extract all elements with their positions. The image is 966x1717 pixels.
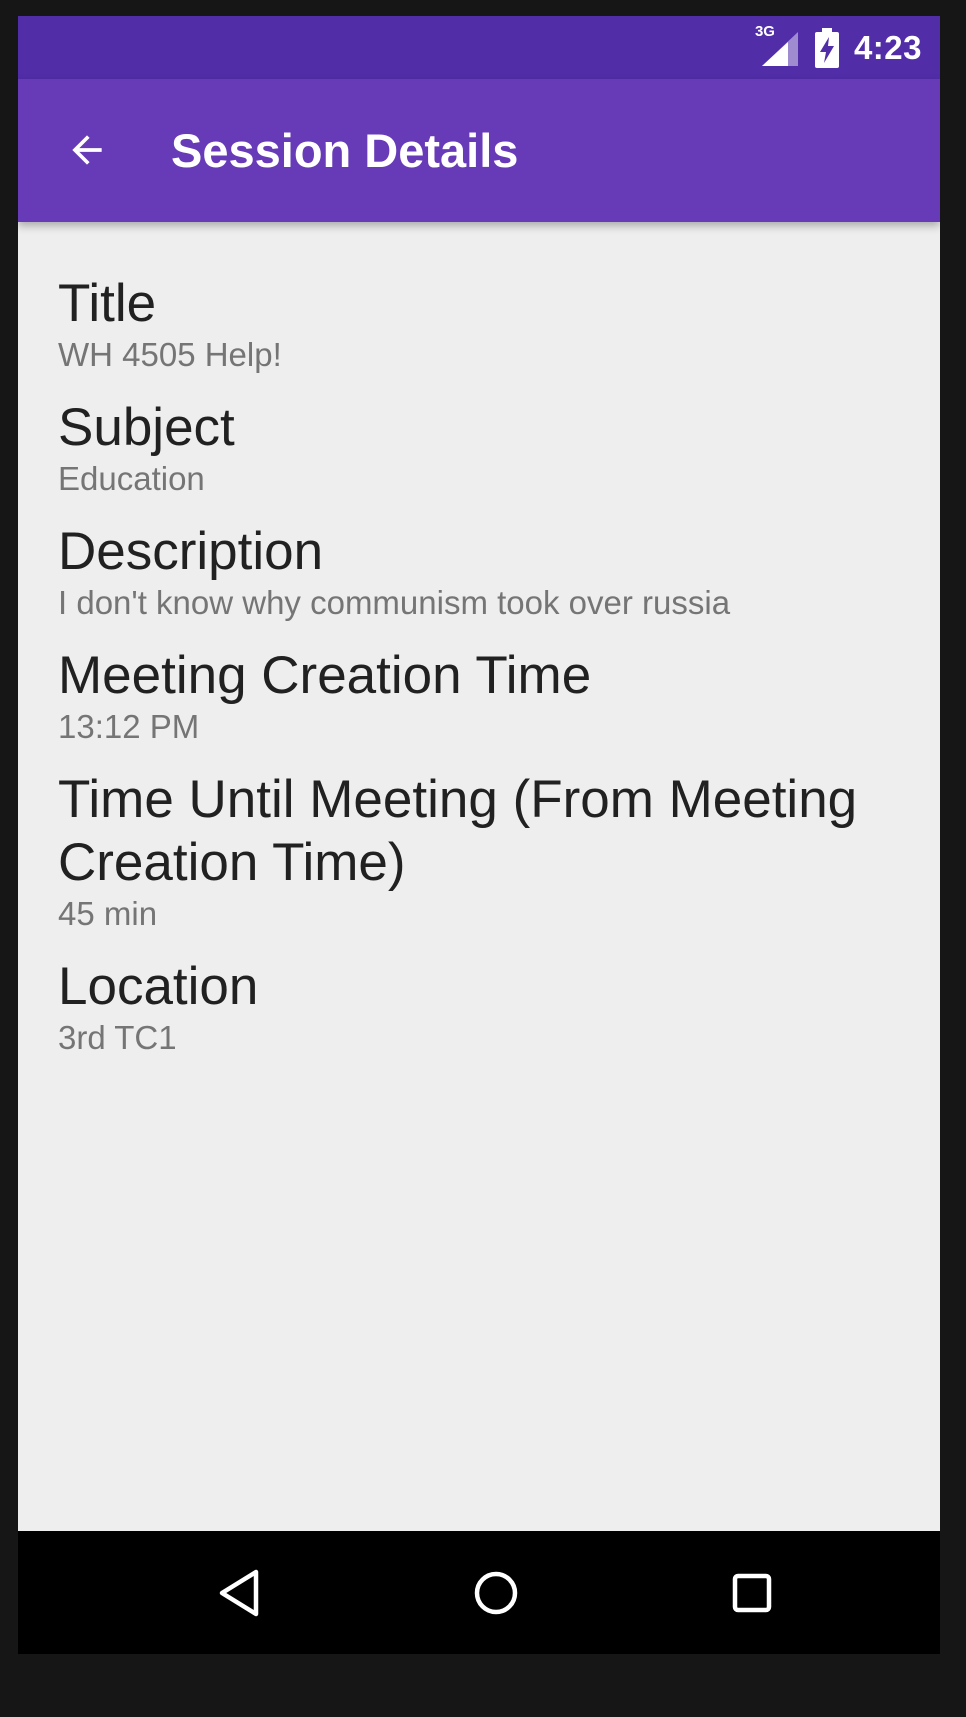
arrow-back-icon — [72, 135, 102, 165]
field-title: Title WH 4505 Help! — [58, 272, 898, 375]
battery-charging-icon — [814, 27, 840, 68]
device-screen: 3G 4:23 Session Details Title WH 4505 He… — [18, 16, 940, 1654]
field-value-title: WH 4505 Help! — [58, 336, 282, 373]
page-title: Session Details — [171, 124, 519, 177]
network-type-label: 3G — [754, 22, 775, 40]
nav-recents-icon — [732, 1573, 772, 1613]
status-icons: 3G 4:23 — [755, 16, 922, 79]
field-label-description: Description — [58, 522, 324, 581]
field-location: Location 3rd TC1 — [58, 955, 898, 1058]
nav-back-button[interactable] — [200, 1553, 280, 1633]
nav-home-icon — [474, 1571, 518, 1615]
field-time-until: Time Until Meeting (From Meeting Creatio… — [58, 768, 898, 934]
field-label-creation-time: Meeting Creation Time — [58, 646, 592, 705]
field-label-title: Title — [58, 274, 157, 333]
status-clock: 4:23 — [853, 28, 922, 66]
app-bar: Session Details — [18, 79, 940, 222]
session-details-list: Title WH 4505 Help! Subject Education De… — [58, 272, 898, 1079]
back-button[interactable] — [62, 125, 112, 175]
cell-signal-icon: 3G — [755, 24, 800, 68]
status-bar: 3G 4:23 — [18, 16, 940, 79]
field-creation-time: Meeting Creation Time 13:12 PM — [58, 644, 898, 747]
field-value-description: I don't know why communism took over rus… — [58, 584, 731, 621]
nav-back-icon — [219, 1569, 259, 1617]
nav-home-button[interactable] — [456, 1553, 536, 1633]
field-label-location: Location — [58, 957, 259, 1016]
field-label-time-until: Time Until Meeting (From Meeting Creatio… — [58, 770, 858, 892]
field-value-subject: Education — [58, 460, 205, 497]
field-value-time-until: 45 min — [58, 895, 158, 932]
field-description: Description I don't know why communism t… — [58, 520, 898, 623]
field-subject: Subject Education — [58, 396, 898, 499]
field-value-creation-time: 13:12 PM — [58, 708, 200, 745]
field-value-location: 3rd TC1 — [58, 1019, 177, 1056]
nav-recents-button[interactable] — [712, 1553, 792, 1633]
navigation-bar — [18, 1531, 940, 1654]
field-label-subject: Subject — [58, 398, 235, 457]
